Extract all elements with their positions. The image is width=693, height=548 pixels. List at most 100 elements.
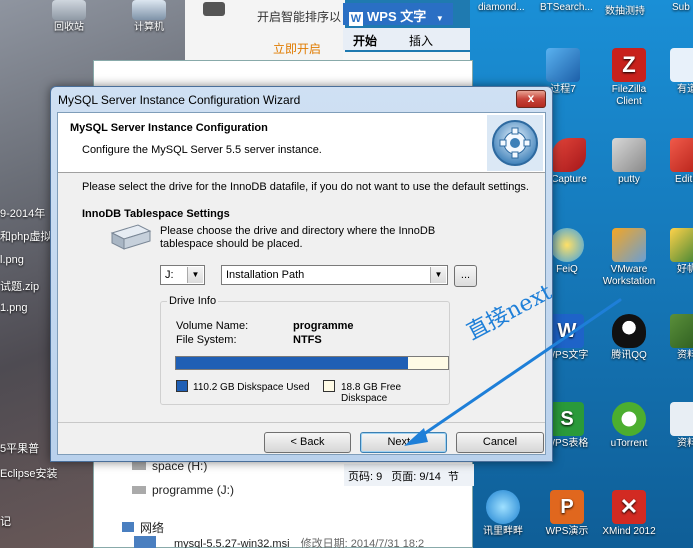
desktop-icon-label: EditP: [675, 174, 693, 185]
gear-icon: [487, 115, 543, 171]
shortcut-icon: [546, 48, 580, 82]
desktop-icon-label: putty: [618, 174, 640, 185]
wps-present-icon: P: [550, 490, 584, 524]
desktop-icon-filezilla[interactable]: Z FileZilla Client: [598, 48, 660, 108]
desktop-icon-label: 好帆: [677, 264, 693, 275]
desktop-icon-putty[interactable]: putty: [598, 138, 660, 186]
desktop-top-label[interactable]: BTSearch...: [540, 2, 593, 13]
desktop-icon-label: 过程7: [550, 84, 576, 95]
desktop-icon-vmware[interactable]: VMware Workstation: [598, 228, 660, 288]
desktop-icon-label: WPS演示: [545, 526, 589, 537]
wizard-footer: < Back Next > Cancel: [58, 422, 545, 456]
desktop-icon-label: FileZilla Client: [611, 84, 647, 107]
filezilla-icon: Z: [612, 48, 646, 82]
used-swatch: [176, 380, 188, 392]
choose-drive-text: Please choose the drive and directory wh…: [160, 225, 436, 250]
desktop-icon-utorrent[interactable]: uTorrent: [598, 402, 660, 450]
network-item[interactable]: 网络: [122, 519, 164, 536]
desktop-text[interactable]: Eclipse安装: [0, 465, 57, 481]
file-row[interactable]: mysql-5.5.27-win32.msi 修改日期: 2014/7/31 1…: [134, 535, 424, 548]
tab-insert[interactable]: 插入: [409, 32, 433, 49]
drive-select[interactable]: J: ▼: [160, 265, 205, 285]
intro-text: Please select the drive for the InnoDB d…: [82, 181, 529, 193]
desktop-icon-qq[interactable]: 腾讯QQ: [598, 314, 660, 362]
xmind-icon: ✕: [612, 490, 646, 524]
app-icon: [670, 228, 693, 262]
wizard-header: MySQL Server Instance Configuration Conf…: [58, 113, 545, 173]
desktop-top-label[interactable]: diamond...: [478, 2, 525, 13]
desktop-icon-app[interactable]: 好帆: [656, 228, 693, 276]
free-swatch: [323, 380, 335, 392]
path-select[interactable]: Installation Path ▼: [221, 265, 448, 285]
cancel-button[interactable]: Cancel: [456, 432, 544, 453]
disk-usage-bar: [175, 356, 449, 370]
wps-status-bar: 页码: 9 页面: 9/14 节: [344, 464, 474, 486]
desktop-icon-label: XMind 2012: [602, 526, 656, 537]
msi-icon: [134, 536, 156, 548]
desktop-text[interactable]: 9-2014年: [0, 205, 45, 221]
drive-select-value: J:: [165, 269, 174, 281]
recycle-bin-icon: [52, 0, 86, 20]
desktop-icon-wps-present[interactable]: P WPS演示: [536, 490, 598, 538]
desktop-text[interactable]: 试题.zip: [0, 278, 39, 294]
window-title: MySQL Server Instance Configuration Wiza…: [58, 93, 301, 107]
window-title-bar[interactable]: MySQL Server Instance Configuration Wiza…: [51, 87, 552, 113]
used-label: 110.2 GB Diskspace Used: [193, 382, 310, 393]
desktop-text[interactable]: 记: [0, 513, 11, 529]
wps-banner-text: 开启智能排序以: [257, 10, 342, 24]
file-name: mysql-5.5.27-win32.msi: [174, 538, 290, 548]
close-icon: x: [527, 91, 535, 105]
open-now-link[interactable]: 立即开启: [273, 40, 321, 57]
desktop-top-label[interactable]: Sub: [672, 2, 690, 13]
free-label: 18.8 GB Free Diskspace: [341, 382, 402, 404]
desktop-text[interactable]: 5平果普: [0, 440, 39, 456]
editplus-icon: [670, 138, 693, 172]
status-page: 页码: 9: [348, 471, 383, 483]
close-button[interactable]: x: [516, 90, 546, 108]
back-button[interactable]: < Back: [264, 432, 351, 453]
putty-icon: [612, 138, 646, 172]
volume-name-label: Volume Name:: [176, 320, 249, 332]
file-system-label: File System:: [176, 334, 237, 346]
drive-icon: [132, 462, 146, 470]
desktop-text[interactable]: 和php虚拟: [0, 228, 51, 244]
wps-logo-icon: W: [349, 12, 363, 26]
file-system-value: NTFS: [293, 334, 322, 346]
desktop-icon-recycle-bin[interactable]: 回收站: [38, 0, 100, 34]
xunlei-icon: [486, 490, 520, 524]
header-subtitle: Configure the MySQL Server 5.5 server in…: [82, 144, 322, 156]
drive-label: programme (J:): [152, 483, 235, 497]
chat-icon: [203, 2, 225, 16]
desktop-icon-editplus[interactable]: EditP: [656, 138, 693, 186]
tab-start[interactable]: 开始: [353, 32, 377, 49]
desktop-icon-label: 资料: [677, 438, 693, 449]
chevron-down-icon[interactable]: ▼: [436, 14, 444, 23]
desktop-icon-label: 有道: [677, 84, 693, 95]
desktop-icon-label: 资料: [677, 350, 693, 361]
vmware-icon: [612, 228, 646, 262]
disk-usage-fill: [176, 357, 409, 369]
desktop-top-label[interactable]: 数抽测持: [605, 2, 645, 17]
browse-button[interactable]: ...: [454, 265, 477, 287]
desktop-text[interactable]: l.png: [0, 254, 24, 266]
desktop-icon-computer[interactable]: 计算机: [118, 0, 180, 34]
mysql-wizard-window: MySQL Server Instance Configuration Wiza…: [50, 86, 553, 462]
next-button[interactable]: Next >: [360, 432, 447, 453]
hard-drive-icon: [110, 224, 152, 250]
drive-info-group: Drive Info Volume Name: programme File S…: [160, 295, 450, 405]
header-title: MySQL Server Instance Configuration: [70, 122, 268, 134]
desktop-icon-app[interactable]: 资料: [656, 402, 693, 450]
desktop-icon-label: 讯里畔畔: [483, 526, 523, 537]
chevron-down-icon[interactable]: ▼: [187, 267, 203, 283]
desktop-icon-label: Capture: [551, 174, 587, 185]
wps-title-bar[interactable]: W WPS 文字 ▼: [343, 3, 453, 26]
desktop-icon-youdao[interactable]: 有道: [656, 48, 693, 96]
status-extra: 节: [447, 471, 459, 483]
desktop-icon-xmind[interactable]: ✕ XMind 2012: [598, 490, 660, 538]
drive-item-programme[interactable]: programme (J:): [132, 483, 234, 497]
chevron-down-icon[interactable]: ▼: [430, 267, 446, 283]
desktop-icon-folder[interactable]: 资料: [656, 314, 693, 362]
desktop-icon-label: FeiQ: [556, 264, 578, 275]
desktop-icon-xunlei[interactable]: 讯里畔畔: [472, 490, 534, 538]
desktop-text[interactable]: 1.png: [0, 302, 28, 314]
